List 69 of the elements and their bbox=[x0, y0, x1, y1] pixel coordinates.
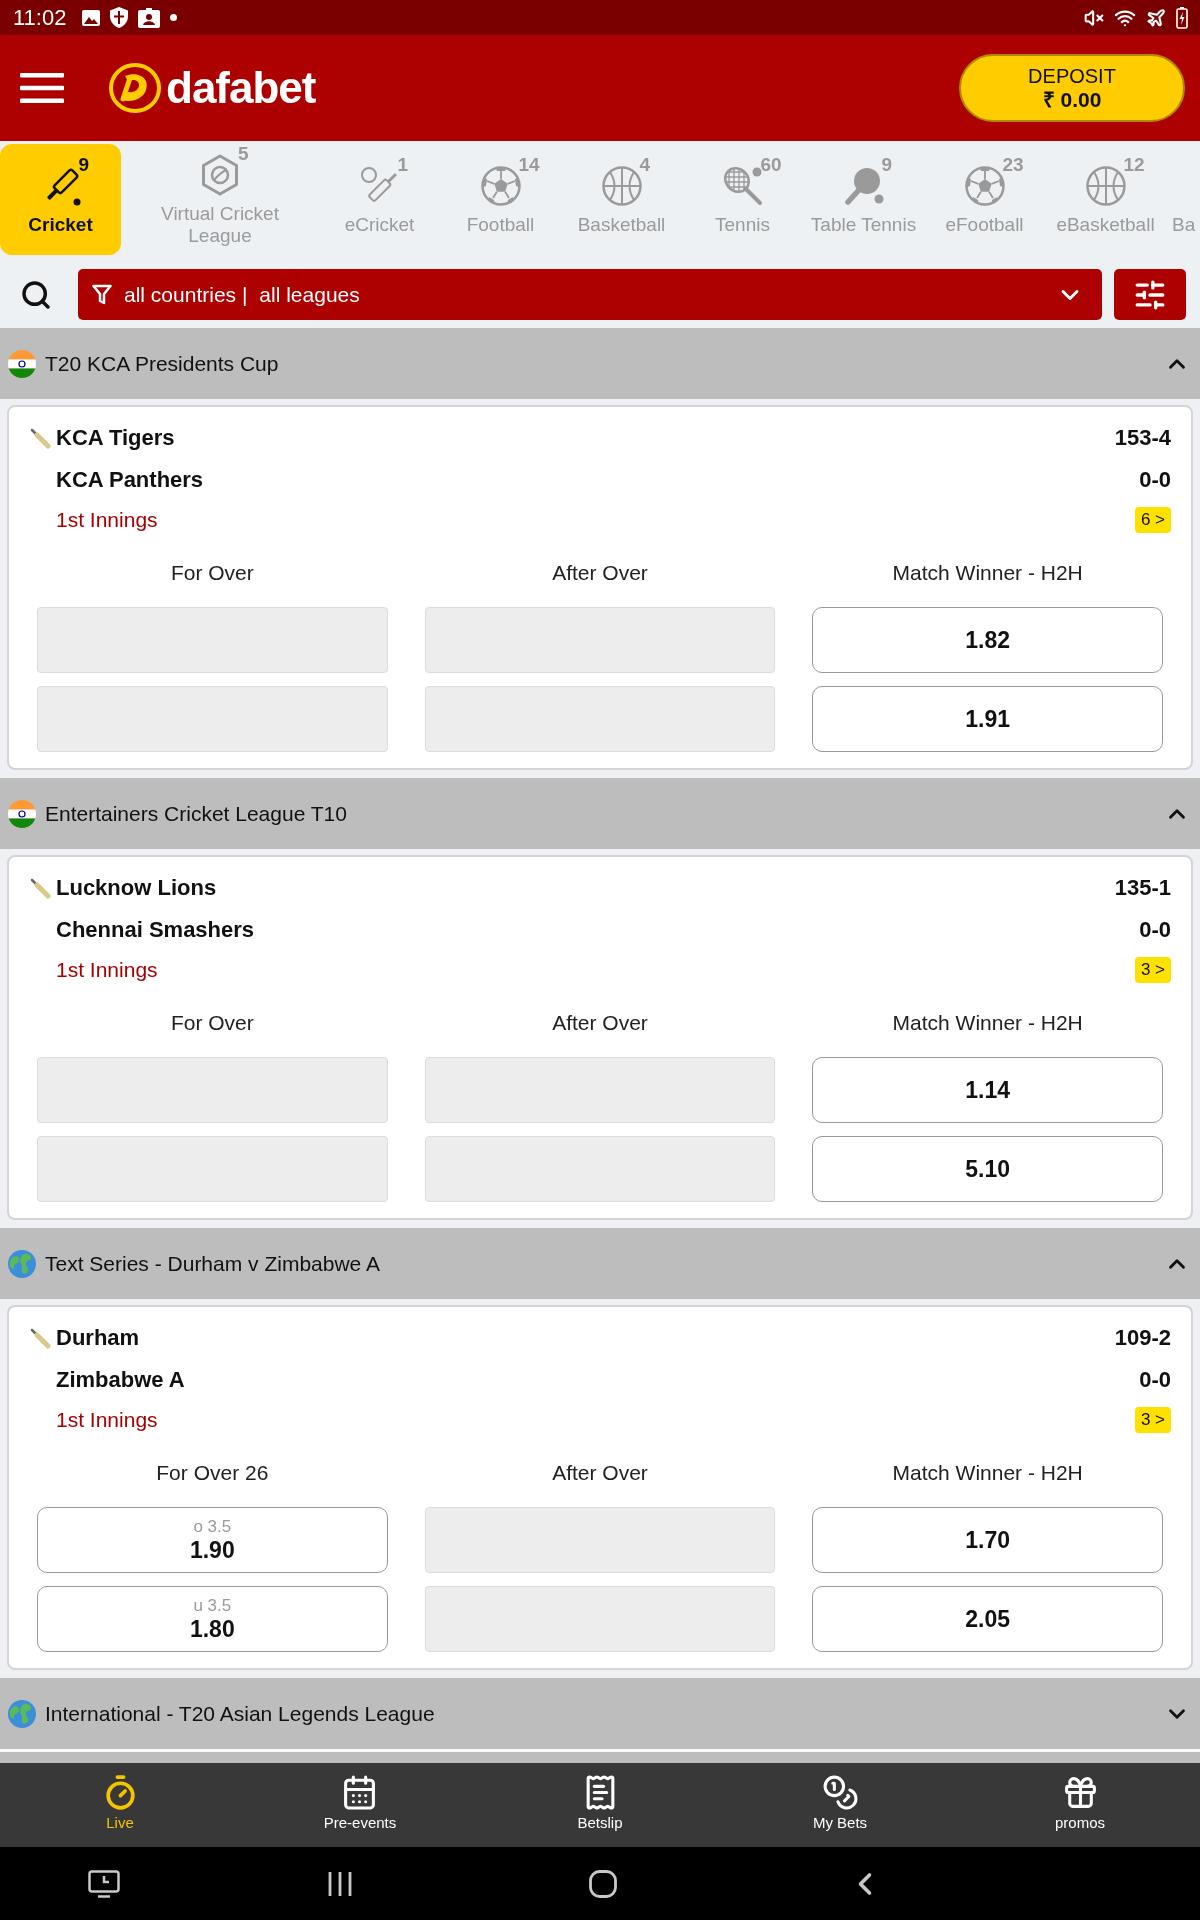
sport-tab[interactable]: 9 Cricket bbox=[0, 144, 121, 255]
globe-icon bbox=[8, 1249, 36, 1278]
odds-button[interactable]: 1.91 bbox=[812, 686, 1163, 752]
odds-button[interactable]: 1.70 bbox=[812, 1507, 1163, 1573]
nav-tab[interactable]: Pre-events bbox=[323, 1763, 397, 1847]
team-score: 109-2 bbox=[1114, 1325, 1171, 1351]
flag-icon bbox=[8, 349, 36, 378]
nav-tab[interactable]: promos bbox=[1055, 1763, 1105, 1847]
more-markets-link[interactable]: 6 > bbox=[1134, 507, 1171, 533]
screen-icon[interactable] bbox=[88, 1869, 120, 1898]
innings-status: 1st Innings bbox=[56, 508, 158, 532]
team-name: KCA Panthers bbox=[56, 467, 204, 493]
home-icon[interactable] bbox=[589, 1869, 617, 1898]
odds-button[interactable]: 5.10 bbox=[812, 1136, 1163, 1202]
odds-button[interactable]: 2.05 bbox=[812, 1586, 1163, 1652]
more-markets-link[interactable]: 3 > bbox=[1134, 1407, 1171, 1433]
nav-tab[interactable]: My Bets bbox=[812, 1763, 868, 1847]
league-header[interactable]: T20 KCA Presidents Cup bbox=[0, 328, 1200, 399]
market-title: After Over bbox=[552, 1460, 648, 1486]
more-markets-link[interactable]: 3 > bbox=[1134, 957, 1171, 983]
league-header[interactable]: International - T20 Asian Legends League bbox=[0, 1678, 1200, 1749]
team-score: 0-0 bbox=[1139, 917, 1171, 943]
mute-icon bbox=[1084, 7, 1104, 28]
odds-button[interactable]: u 3.5 1.80 bbox=[37, 1586, 388, 1652]
notification-dot-icon bbox=[170, 14, 178, 21]
innings-status: 1st Innings bbox=[56, 1408, 158, 1432]
logo-icon bbox=[108, 62, 162, 114]
deposit-button[interactable]: DEPOSIT ₹ 0.00 bbox=[959, 54, 1185, 122]
shield-icon bbox=[110, 7, 129, 28]
battery-icon bbox=[1176, 6, 1188, 29]
image-icon bbox=[82, 9, 101, 26]
odds-button[interactable]: o 3.5 1.90 bbox=[37, 1507, 388, 1573]
market-title: For Over bbox=[170, 560, 254, 586]
league-header[interactable]: Text Series - Durham v Zimbabwe A bbox=[0, 1228, 1200, 1299]
recent-apps-icon[interactable] bbox=[328, 1870, 352, 1897]
market-title: Match Winner - H2H bbox=[892, 1460, 1083, 1486]
odds-button[interactable]: 1.82 bbox=[812, 607, 1163, 673]
team-score: 0-0 bbox=[1139, 1367, 1171, 1393]
logo-text: dafabet bbox=[166, 63, 316, 113]
menu-icon[interactable] bbox=[20, 73, 64, 103]
team-score: 0-0 bbox=[1139, 467, 1171, 493]
team-score: 153-4 bbox=[1114, 425, 1171, 451]
market-title: For Over bbox=[170, 1010, 254, 1036]
filter-settings-button[interactable] bbox=[1114, 269, 1186, 320]
contact-card-icon bbox=[138, 7, 161, 28]
nav-tab[interactable]: Live bbox=[101, 1763, 139, 1847]
flag-icon bbox=[8, 799, 36, 828]
innings-status: 1st Innings bbox=[56, 958, 158, 982]
team-name: Chennai Smashers bbox=[56, 917, 255, 943]
funnel-icon bbox=[92, 283, 112, 306]
coins-icon bbox=[821, 1774, 859, 1811]
team-score: 135-1 bbox=[1114, 875, 1171, 901]
team-name: Zimbabwe A bbox=[56, 1367, 185, 1393]
nav-tab[interactable]: Betslip bbox=[577, 1763, 623, 1847]
market-title: For Over 26 bbox=[156, 1460, 269, 1486]
status-time: 11:02 bbox=[13, 5, 67, 30]
league-filter-dropdown[interactable]: all countries | all leagues bbox=[78, 269, 1102, 320]
league-header[interactable]: Entertainers Cricket League T10 bbox=[0, 778, 1200, 849]
team-name: Lucknow Lions bbox=[56, 875, 217, 901]
globe-icon bbox=[8, 1699, 36, 1728]
team-name: KCA Tigers bbox=[56, 425, 175, 451]
team-name: Durham bbox=[56, 1325, 140, 1351]
market-title: After Over bbox=[552, 1010, 648, 1036]
odds-button[interactable]: 1.14 bbox=[812, 1057, 1163, 1123]
market-title: Match Winner - H2H bbox=[892, 1010, 1083, 1036]
airplane-icon bbox=[1146, 7, 1166, 28]
search-icon[interactable] bbox=[20, 278, 52, 311]
market-title: After Over bbox=[552, 560, 648, 586]
market-title: Match Winner - H2H bbox=[892, 560, 1083, 586]
